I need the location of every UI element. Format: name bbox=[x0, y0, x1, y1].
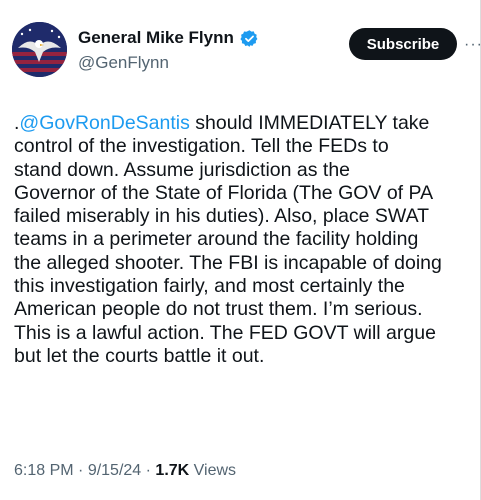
author-handle[interactable]: @GenFlynn bbox=[78, 53, 259, 73]
views-label: Views bbox=[189, 462, 237, 479]
tweet-card: General Mike Flynn @GenFlynn Subscribe ·… bbox=[0, 0, 481, 500]
more-options-icon[interactable]: ··· bbox=[464, 36, 481, 54]
name-row: General Mike Flynn bbox=[78, 28, 259, 48]
subscribe-button[interactable]: Subscribe bbox=[349, 28, 457, 60]
meta-separator: · bbox=[73, 462, 88, 479]
tweet-text: .@GovRonDeSantis should IMMEDIATELY take… bbox=[14, 112, 474, 368]
tweet-body: should IMMEDIATELY take control of the i… bbox=[14, 112, 442, 367]
tweet-header: General Mike Flynn @GenFlynn Subscribe ·… bbox=[12, 22, 481, 78]
author-display-name[interactable]: General Mike Flynn bbox=[78, 28, 234, 48]
meta-separator: · bbox=[141, 462, 156, 479]
views-count: 1.7K bbox=[155, 462, 190, 479]
author-block: General Mike Flynn @GenFlynn bbox=[78, 28, 259, 73]
mention-link[interactable]: @GovRonDeSantis bbox=[19, 112, 189, 134]
tweet-meta: 6:18 PM · 9/15/24 · 1.7K Views bbox=[14, 462, 236, 480]
avatar[interactable] bbox=[12, 22, 67, 77]
tweet-date[interactable]: 9/15/24 bbox=[88, 462, 141, 479]
verified-badge-icon[interactable] bbox=[240, 29, 259, 48]
tweet-time[interactable]: 6:18 PM bbox=[14, 462, 74, 479]
eagle-flag-avatar-icon bbox=[12, 22, 67, 77]
